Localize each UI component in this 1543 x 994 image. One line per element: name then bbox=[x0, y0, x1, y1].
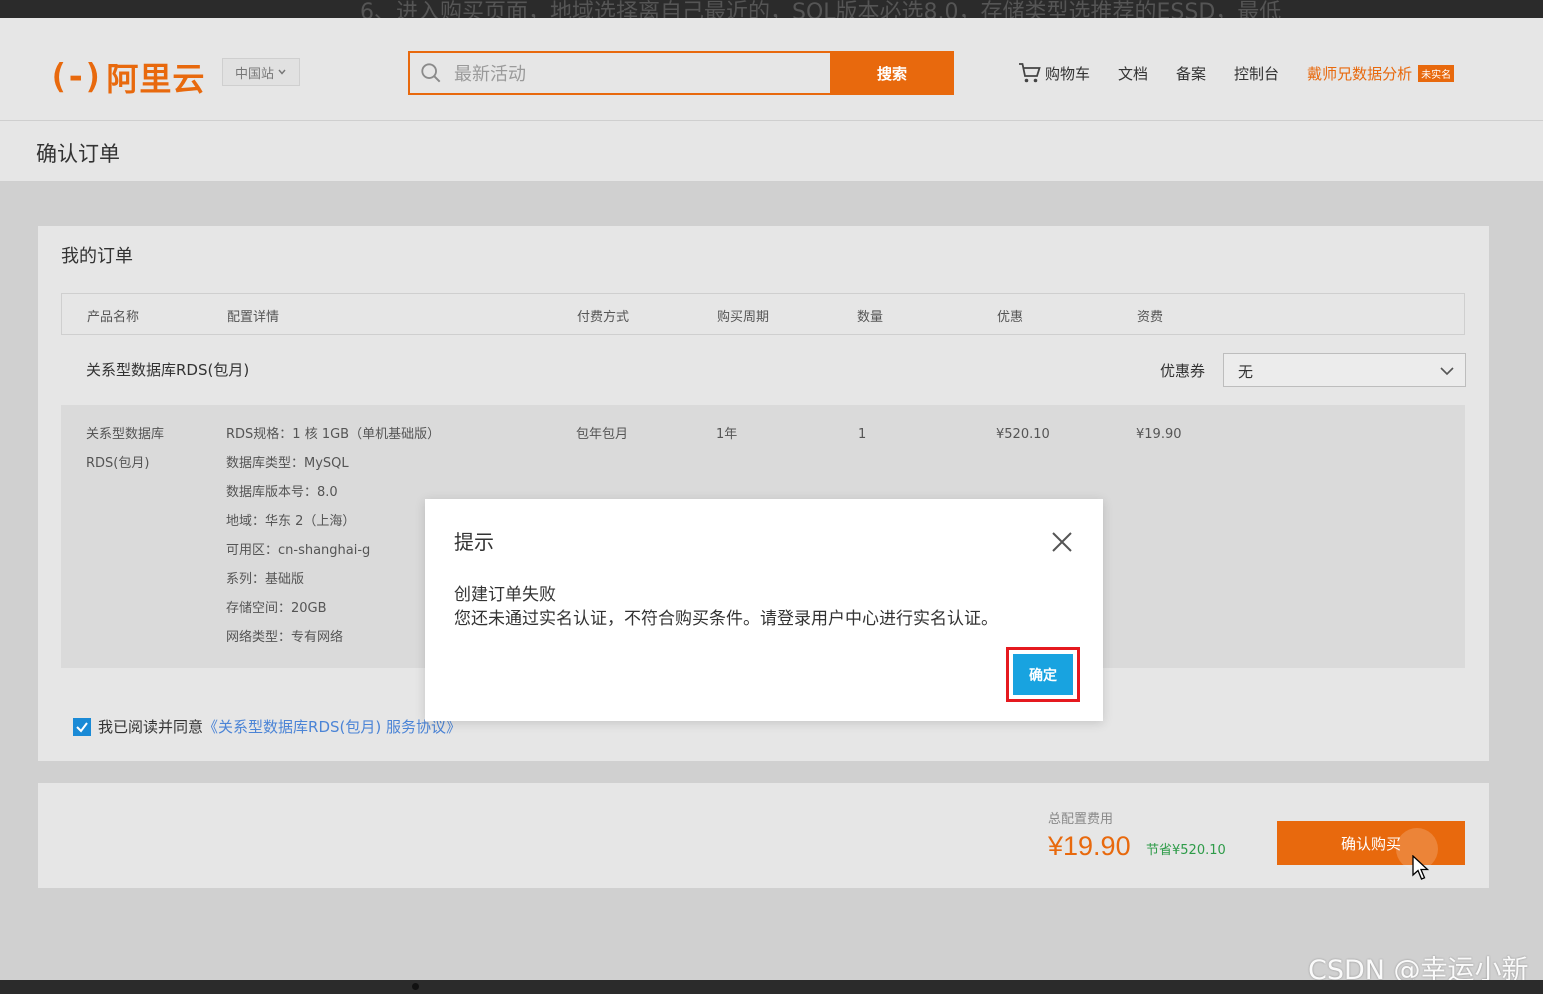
summary-panel: 总配置费用 ¥19.90 节省¥520.10 确认购买 bbox=[38, 783, 1489, 888]
config-spec: RDS规格：1 核 1GB（单机基础版） bbox=[226, 427, 441, 442]
col-price: 资费 bbox=[1137, 310, 1164, 325]
nav-console[interactable]: 控制台 bbox=[1234, 63, 1279, 84]
coupon-value: 无 bbox=[1238, 363, 1254, 381]
logo-mark: (-) bbox=[48, 57, 103, 97]
search-bar: 搜索 bbox=[408, 51, 954, 95]
highlight-box: 确定 bbox=[1006, 647, 1080, 702]
nav-cart[interactable]: 购物车 bbox=[1018, 62, 1090, 84]
dialog-title: 提示 bbox=[454, 530, 494, 554]
row-product-name: 关系型数据库 RDS(包月) bbox=[86, 427, 165, 471]
chevron-down-icon bbox=[1440, 367, 1454, 376]
check-icon bbox=[76, 721, 88, 733]
top-video-bar: 6、进入购买页面，地域选择离自己最近的，SQL版本必选8.0，存储类型选推荐的E… bbox=[0, 0, 1543, 18]
page-title-bar: 确认订单 bbox=[0, 121, 1543, 182]
coupon-select[interactable]: 无 bbox=[1223, 353, 1466, 387]
nav-filing[interactable]: 备案 bbox=[1176, 63, 1206, 84]
config-zone: 可用区：cn-shanghai-g bbox=[226, 543, 371, 558]
config-network: 网络类型：专有网络 bbox=[226, 630, 344, 645]
agree-text: 我已阅读并同意 bbox=[98, 718, 204, 736]
logo-text: 阿里云 bbox=[106, 60, 206, 98]
col-discount: 优惠 bbox=[997, 310, 1024, 325]
overlay-caption: 6、进入购买页面，地域选择离自己最近的，SQL版本必选8.0，存储类型选推荐的E… bbox=[360, 0, 1282, 18]
col-product-name: 产品名称 bbox=[87, 310, 140, 325]
row-payment: 包年包月 bbox=[576, 427, 629, 442]
agreement: 我已阅读并同意 《关系型数据库RDS(包月) 服务协议》 bbox=[73, 716, 461, 737]
total-label: 总配置费用 bbox=[1048, 812, 1114, 827]
order-title: 我的订单 bbox=[61, 246, 133, 267]
config-series: 系列：基础版 bbox=[226, 572, 305, 587]
total-price: ¥19.90 bbox=[1048, 831, 1131, 861]
search-button[interactable]: 搜索 bbox=[830, 51, 954, 95]
col-period: 购买周期 bbox=[717, 310, 770, 325]
alert-dialog: 提示 创建订单失败 您还未通过实名认证，不符合购买条件。请登录用户中心进行实名认… bbox=[425, 499, 1103, 721]
dialog-error-title: 创建订单失败 bbox=[454, 585, 556, 605]
col-payment: 付费方式 bbox=[577, 310, 630, 325]
close-icon[interactable] bbox=[1050, 530, 1074, 554]
agree-checkbox[interactable] bbox=[73, 717, 91, 736]
row-price: ¥19.90 bbox=[1136, 427, 1182, 442]
nav-user[interactable]: 戴师兄数据分析 未实名 bbox=[1307, 63, 1455, 84]
savings-text: 节省¥520.10 bbox=[1146, 843, 1226, 858]
mouse-cursor-icon bbox=[1412, 855, 1430, 880]
dialog-error-detail: 您还未通过实名认证，不符合购买条件。请登录用户中心进行实名认证。 bbox=[454, 609, 998, 629]
product-line-title: 关系型数据库RDS(包月) bbox=[86, 361, 250, 379]
unverified-badge: 未实名 bbox=[1418, 64, 1455, 82]
row-period: 1年 bbox=[716, 427, 738, 442]
region-label: 中国站 bbox=[234, 66, 274, 82]
search-input[interactable] bbox=[452, 53, 826, 95]
row-discount: ¥520.10 bbox=[996, 427, 1050, 442]
coupon-label: 优惠券 bbox=[1160, 362, 1206, 380]
config-region: 地域：华东 2（上海） bbox=[226, 514, 356, 529]
site-header: (-) 阿里云 中国站 搜索 购物车 文档 备案 控制台 戴师兄数据分析 未实名 bbox=[0, 18, 1543, 121]
config-storage: 存储空间：20GB bbox=[226, 601, 327, 616]
agreement-link[interactable]: 《关系型数据库RDS(包月) 服务协议》 bbox=[203, 716, 461, 737]
page-title: 确认订单 bbox=[36, 142, 120, 166]
top-nav: 购物车 文档 备案 控制台 戴师兄数据分析 未实名 bbox=[1018, 62, 1455, 84]
ok-button[interactable]: 确定 bbox=[1013, 654, 1073, 695]
col-quantity: 数量 bbox=[857, 310, 884, 325]
aliyun-logo[interactable]: (-) 阿里云 bbox=[48, 54, 205, 100]
user-name: 戴师兄数据分析 bbox=[1307, 64, 1413, 83]
row-quantity: 1 bbox=[858, 427, 867, 442]
nav-cart-label: 购物车 bbox=[1045, 64, 1091, 83]
row-config-details: RDS规格：1 核 1GB（单机基础版） 数据库类型：MySQL 数据库版本号：… bbox=[226, 420, 440, 652]
config-db-version: 数据库版本号：8.0 bbox=[226, 485, 338, 500]
config-db-type: 数据库类型：MySQL bbox=[226, 456, 349, 471]
cart-icon bbox=[1019, 63, 1041, 83]
region-selector[interactable]: 中国站 bbox=[222, 58, 300, 86]
bottom-video-bar bbox=[0, 980, 1543, 994]
progress-dot bbox=[412, 983, 419, 990]
search-icon bbox=[421, 63, 441, 83]
col-config: 配置详情 bbox=[227, 310, 280, 325]
nav-docs[interactable]: 文档 bbox=[1118, 63, 1148, 84]
table-header: 产品名称 配置详情 付费方式 购买周期 数量 优惠 资费 bbox=[61, 293, 1465, 335]
chevron-down-icon bbox=[278, 69, 286, 75]
